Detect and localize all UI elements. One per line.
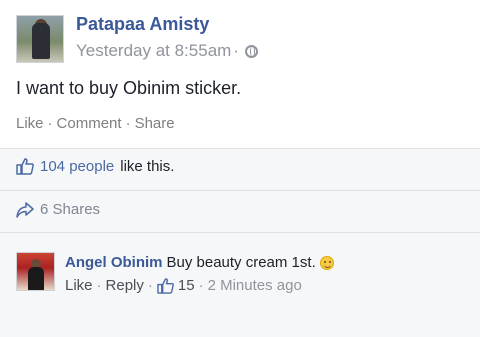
action-separator: ·	[96, 277, 102, 294]
comment-actions: Like · Reply · 15 · 2 Minutes ago	[65, 277, 302, 294]
comment-timestamp: 2 Minutes ago	[207, 277, 302, 294]
action-separator: ·	[147, 277, 153, 294]
commenter-avatar[interactable]	[16, 252, 55, 291]
comment-like-count[interactable]: 15	[178, 277, 195, 294]
comment: Angel Obinim Buy beauty cream 1st.	[65, 254, 334, 271]
post-text: I want to buy Obinim sticker.	[16, 78, 242, 98]
post-card: Patapaa Amisty Yesterday at 8:55am · I w…	[0, 0, 480, 148]
post-meta: Yesterday at 8:55am ·	[76, 41, 258, 61]
action-separator: ·	[125, 115, 131, 132]
likes-count[interactable]: 104 people	[40, 158, 114, 175]
author-avatar[interactable]	[16, 15, 64, 63]
wink-smile-emoji-icon	[319, 255, 334, 270]
meta-separator: ·	[233, 41, 239, 60]
comment-like-link[interactable]: Like	[65, 277, 93, 294]
shares-count[interactable]: 6 Shares	[40, 201, 100, 218]
post-timestamp[interactable]: Yesterday at 8:55am	[76, 41, 231, 61]
comment-text: Buy beauty cream 1st.	[166, 254, 316, 271]
comment-author-name[interactable]: Angel Obinim	[65, 254, 163, 271]
post-actions: Like · Comment · Share	[16, 115, 175, 132]
likes-summary[interactable]: 104 people like this.	[16, 158, 174, 175]
comment-reply-link[interactable]: Reply	[106, 277, 144, 294]
like-link[interactable]: Like	[16, 115, 44, 132]
likes-suffix: like this.	[120, 158, 175, 175]
action-separator: ·	[198, 277, 204, 294]
comment-link[interactable]: Comment	[57, 115, 122, 132]
share-arrow-icon	[16, 201, 34, 218]
share-link[interactable]: Share	[135, 115, 175, 132]
thumbs-up-icon	[16, 158, 34, 175]
post-author-name[interactable]: Patapaa Amisty	[76, 14, 209, 35]
shares-summary[interactable]: 6 Shares	[16, 201, 100, 218]
action-separator: ·	[47, 115, 53, 132]
thumbs-up-icon	[157, 277, 174, 294]
globe-icon	[244, 44, 258, 58]
